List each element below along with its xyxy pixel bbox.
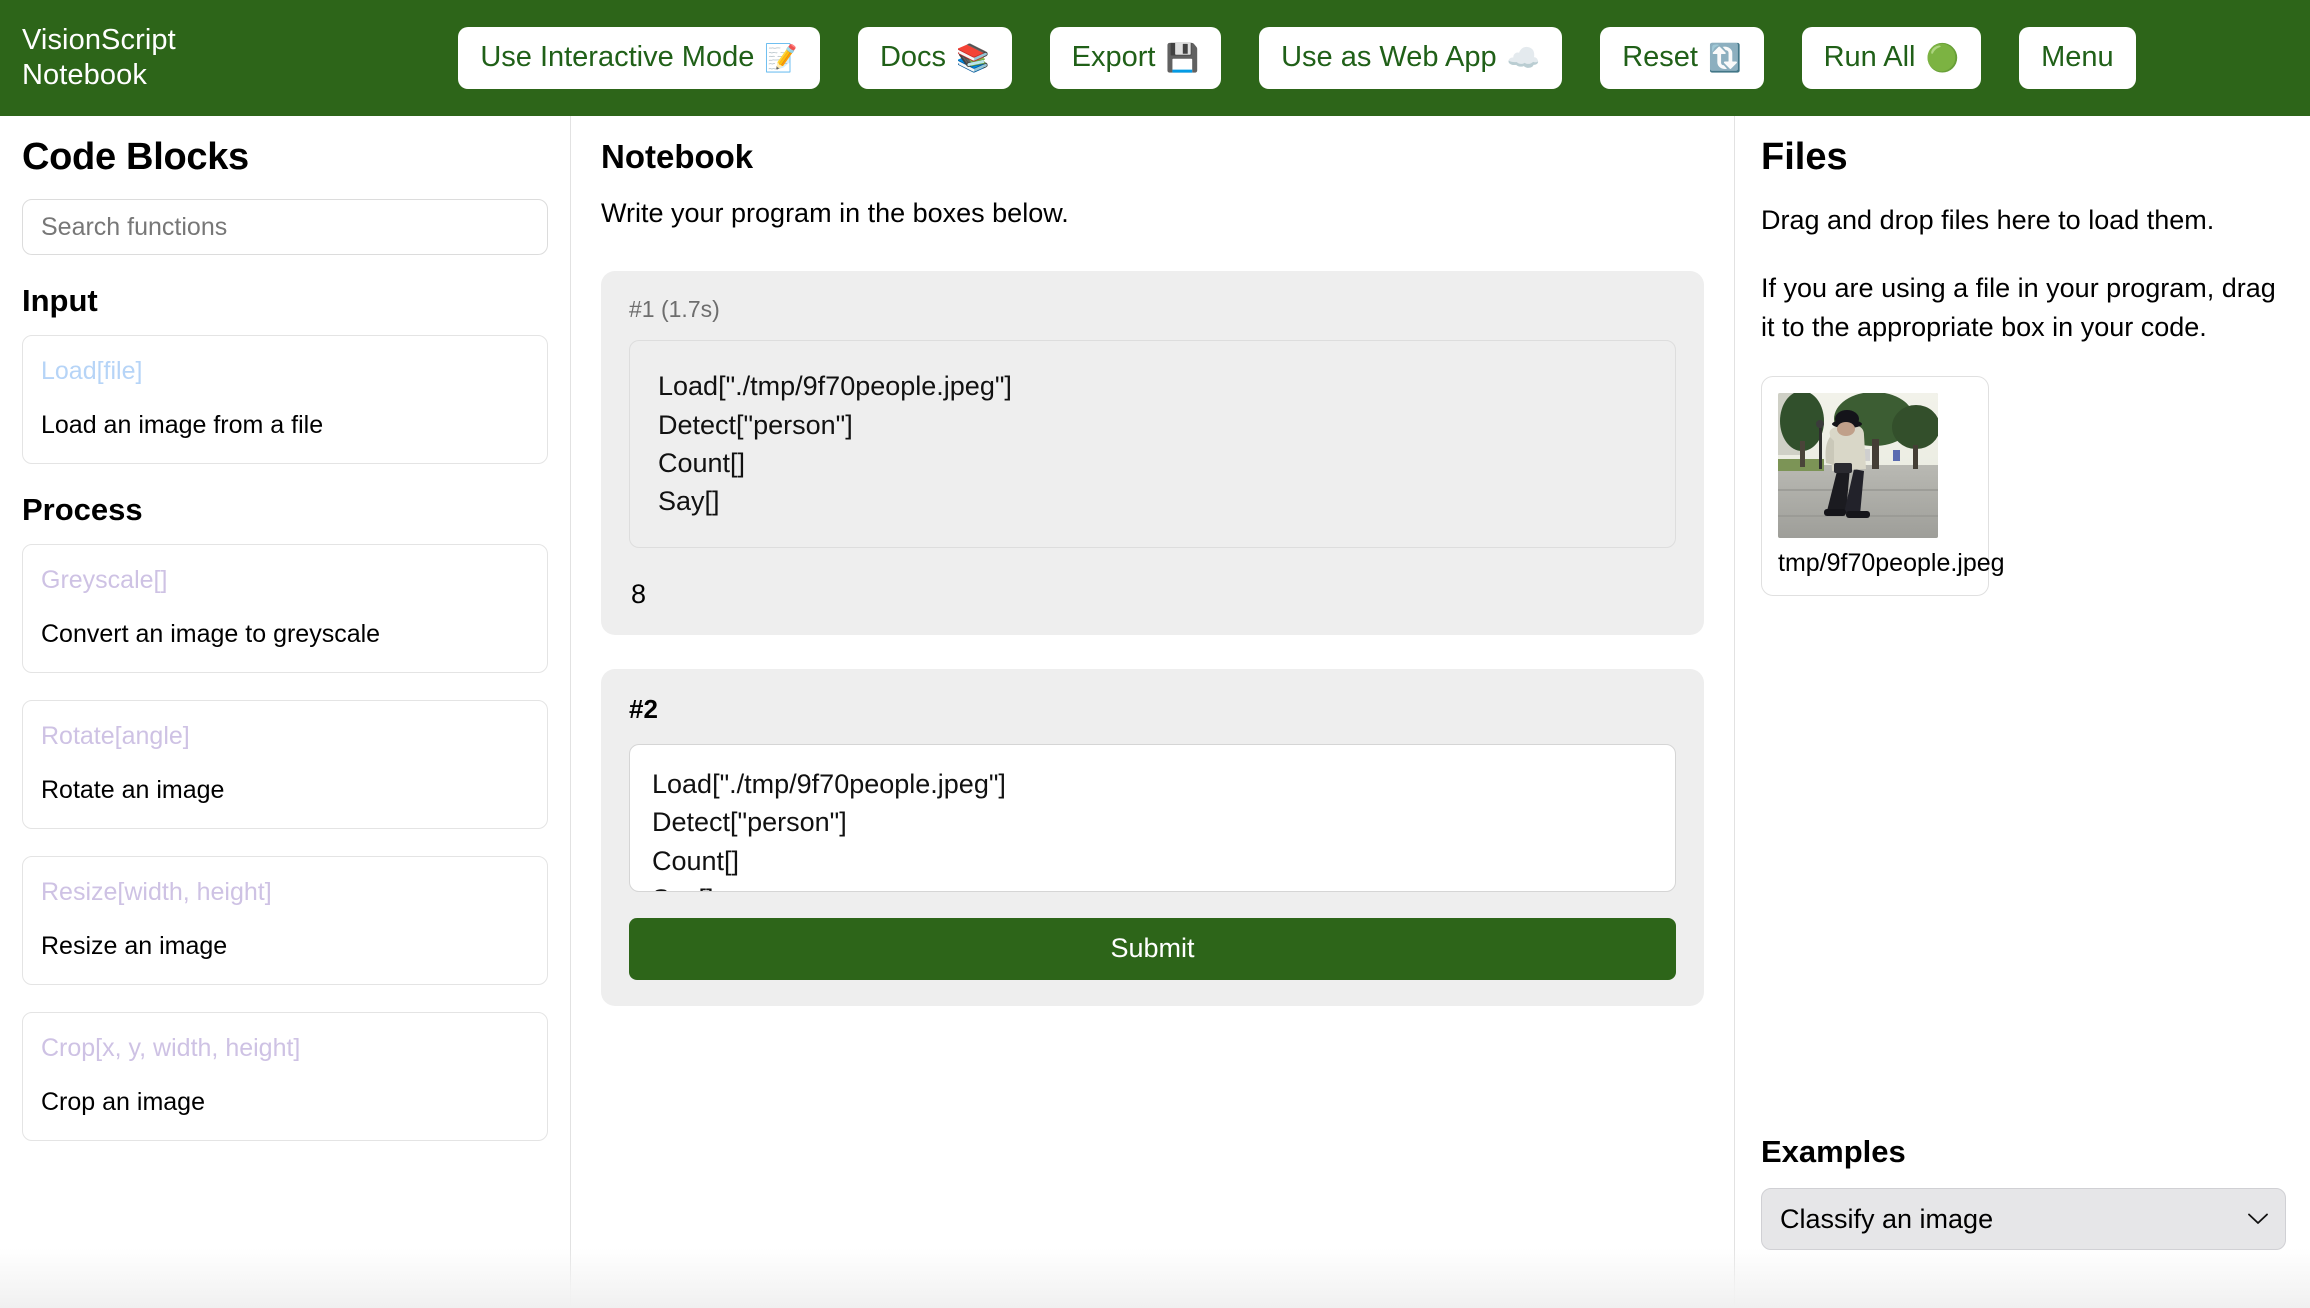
floppy-disk-icon: 💾 [1165, 42, 1200, 73]
function-description: Resize an image [41, 931, 228, 960]
use-interactive-mode-button[interactable]: Use Interactive Mode 📝 [458, 27, 820, 89]
cell-label: #2 [629, 694, 658, 725]
books-icon: 📚 [956, 42, 990, 73]
function-signature: Resize[width, height] [41, 878, 272, 906]
thumbnail-image [1778, 392, 1938, 538]
refresh-icon: 🔃 [1707, 42, 1742, 73]
group-title-process: Process [22, 492, 143, 527]
function-description: Load an image from a file [41, 410, 324, 439]
cell-code-display[interactable]: Load["./tmp/9f70people.jpeg"] Detect["pe… [629, 340, 1676, 548]
run-all-button[interactable]: Run All 🟢 [1801, 27, 1982, 89]
file-card[interactable]: tmp/9f70people.jpeg [1761, 375, 2005, 597]
file-name: tmp/9f70people.jpeg [1778, 548, 2005, 577]
use-as-web-app-button[interactable]: Use as Web App ☁️ [1259, 27, 1563, 89]
notebook-cell-1: #1 (1.7s) Load["./tmp/9f70people.jpeg"] … [601, 271, 1704, 636]
notebook-panel: Notebook Write your program in the boxes… [571, 116, 1735, 1308]
function-signature: Rotate[angle] [41, 722, 190, 750]
docs-label: Docs [879, 41, 947, 74]
files-title: Files [1761, 136, 1848, 178]
function-signature: Crop[x, y, width, height] [41, 1034, 301, 1062]
brand-line-2: Notebook [22, 59, 147, 91]
reset-label: Reset [1622, 41, 1698, 74]
function-card-greyscale[interactable]: Greyscale[] Convert an image to greyscal… [22, 544, 548, 673]
brand-line-1: VisionScript [22, 23, 176, 56]
submit-button[interactable]: Submit [629, 917, 1676, 980]
app-root: VisionScript Notebook Use Interactive Mo… [0, 0, 2310, 1308]
notebook-title: Notebook [601, 138, 754, 175]
files-panel: Files Drag and drop files here to load t… [1735, 116, 2310, 1308]
memo-icon: 📝 [764, 42, 798, 73]
function-card-load[interactable]: Load[file] Load an image from a file [22, 335, 548, 464]
cloud-icon: ☁️ [1506, 42, 1541, 73]
notebook-subtitle: Write your program in the boxes below. [601, 198, 1069, 228]
menu-button[interactable]: Menu [2019, 27, 2136, 89]
function-card-crop[interactable]: Crop[x, y, width, height] Crop an image [22, 1012, 548, 1141]
code-blocks-sidebar: Code Blocks Input Load[file] Load an ima… [0, 116, 571, 1308]
function-description: Rotate an image [41, 775, 225, 804]
function-signature: Load[file] [41, 357, 143, 385]
notebook-cell-2: #2 Submit [601, 669, 1704, 1006]
app-brand: VisionScript Notebook [22, 23, 322, 94]
function-description: Crop an image [41, 1087, 205, 1116]
use-interactive-mode-label: Use Interactive Mode [480, 41, 755, 74]
app-header: VisionScript Notebook Use Interactive Mo… [0, 0, 2310, 116]
header-actions: Use Interactive Mode 📝 Docs 📚 Export 💾 U… [322, 27, 2280, 89]
function-signature: Greyscale[] [41, 566, 168, 594]
file-thumbnail [1778, 392, 1938, 538]
group-title-input: Input [22, 283, 98, 318]
function-description: Convert an image to greyscale [41, 619, 381, 648]
cell-output: 8 [631, 578, 647, 609]
export-button[interactable]: Export 💾 [1049, 27, 1222, 89]
examples-section: Examples Classify an image [1761, 1134, 2286, 1308]
examples-select-wrap: Classify an image [1761, 1188, 2286, 1250]
export-label: Export [1071, 41, 1156, 74]
function-card-resize[interactable]: Resize[width, height] Resize an image [22, 856, 548, 985]
app-body: Code Blocks Input Load[file] Load an ima… [0, 116, 2310, 1308]
menu-label: Menu [2041, 41, 2114, 74]
run-all-label: Run All [1823, 41, 1916, 74]
examples-select[interactable]: Classify an image [1761, 1188, 2286, 1250]
files-dropzone-hint-1: Drag and drop files here to load them. [1761, 205, 2215, 235]
search-functions-input[interactable] [22, 199, 548, 255]
files-dropzone-hint-2: If you are using a file in your program,… [1761, 273, 2276, 342]
function-card-rotate[interactable]: Rotate[angle] Rotate an image [22, 700, 548, 829]
examples-title: Examples [1761, 1134, 1906, 1169]
reset-button[interactable]: Reset 🔃 [1600, 27, 1764, 89]
use-as-web-app-label: Use as Web App [1281, 41, 1497, 74]
cell-code-input[interactable] [629, 743, 1676, 892]
sidebar-title: Code Blocks [22, 136, 249, 178]
green-circle-icon: 🟢 [1925, 42, 1960, 73]
cell-label: #1 (1.7s) [629, 296, 720, 322]
docs-button[interactable]: Docs 📚 [857, 27, 1012, 89]
